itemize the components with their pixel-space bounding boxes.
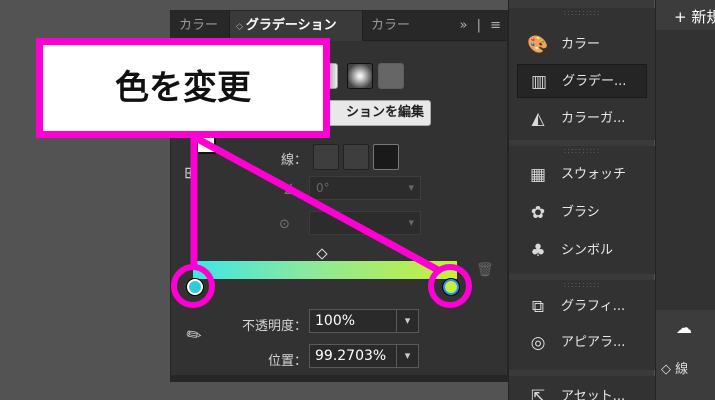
callout-box: 色を変更 [36, 38, 330, 138]
highlight-ring-left [171, 264, 215, 308]
callout-line-right [194, 134, 440, 274]
callout-text: 色を変更 [115, 68, 251, 108]
highlight-ring-right [428, 264, 472, 308]
